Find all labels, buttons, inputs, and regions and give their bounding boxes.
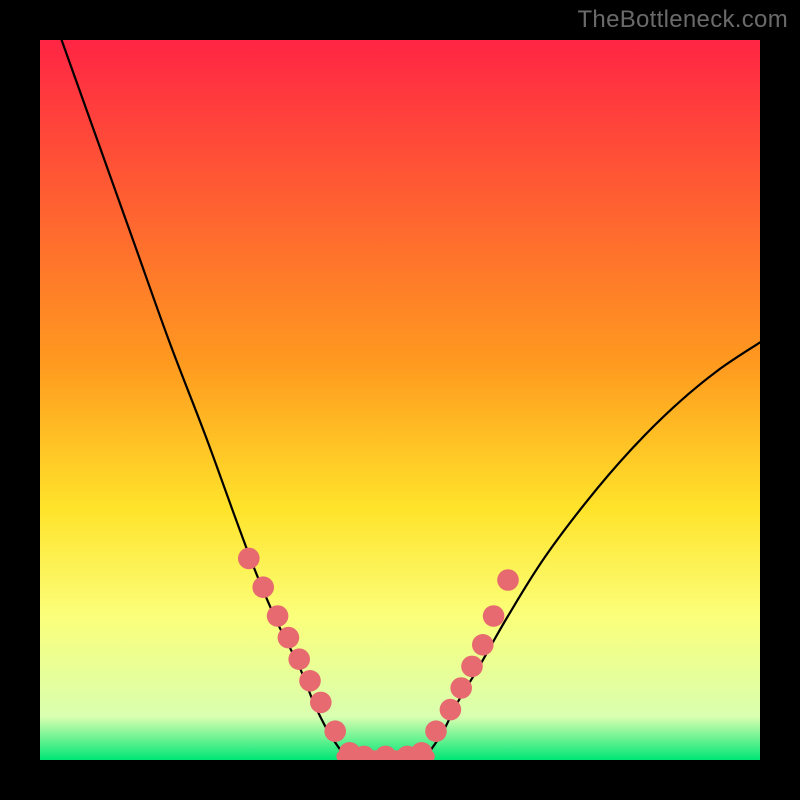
marker-dot [497,569,519,591]
marker-dot [425,720,447,742]
marker-dot [483,605,505,627]
marker-dot [238,548,260,570]
marker-dot [310,692,332,714]
marker-dot [450,677,472,699]
marker-dot [324,720,346,742]
marker-dot [472,634,494,656]
chart-svg [40,40,760,760]
gradient-background [40,40,760,760]
plot-area [40,40,760,760]
marker-dot [267,605,289,627]
marker-dot [252,576,274,598]
marker-dot [461,656,483,678]
watermark-text: TheBottleneck.com [577,6,788,34]
marker-dot [278,627,300,649]
marker-dot [440,699,462,721]
marker-dot [299,670,321,692]
marker-dot [288,648,310,670]
chart-frame: TheBottleneck.com [0,0,800,800]
